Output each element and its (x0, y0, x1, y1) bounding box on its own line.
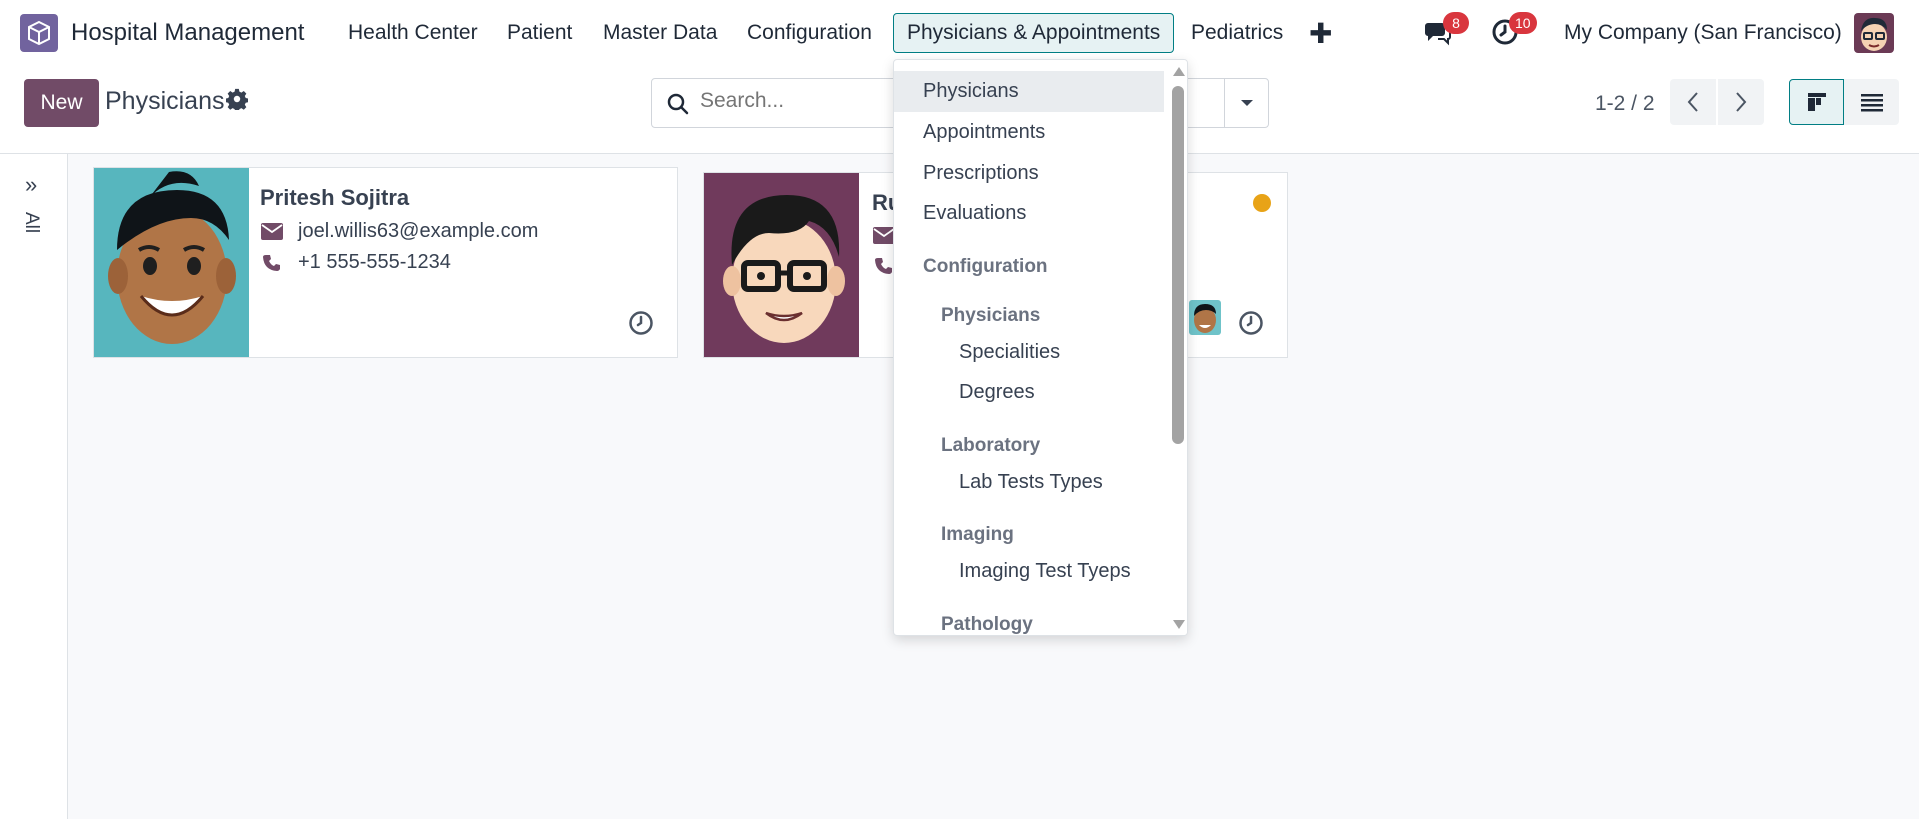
dropdown-group-physicians: Physicians (941, 305, 1041, 326)
chevron-right-icon (1736, 92, 1747, 112)
responsible-avatar[interactable] (1189, 300, 1221, 335)
scroll-down-arrow-icon (1173, 620, 1185, 629)
dropdown-group-imaging: Imaging (941, 524, 1014, 545)
physician-card[interactable]: Pritesh Sojitra joel.willis63@example.co… (93, 167, 678, 358)
dropdown-group-pathology: Pathology (941, 614, 1033, 635)
dropdown-item-degrees[interactable]: Degrees (959, 381, 1035, 404)
menu-configuration[interactable]: Configuration (747, 21, 872, 45)
physician-avatar (704, 173, 859, 357)
dropdown-item-prescriptions[interactable]: Prescriptions (923, 162, 1039, 185)
user-avatar[interactable] (1854, 13, 1894, 53)
pager-value[interactable]: 1-2 / 2 (1595, 92, 1655, 116)
search-icon (666, 92, 690, 116)
double-chevron-right-icon[interactable]: » (25, 172, 37, 198)
chevron-left-icon (1687, 92, 1698, 112)
caret-down-icon (1240, 100, 1253, 106)
search-panel: » All (0, 154, 68, 819)
dropdown-item-evaluations[interactable]: Evaluations (923, 202, 1026, 225)
list-icon (1860, 94, 1883, 112)
physician-phone[interactable]: +1 555-555-1234 (298, 251, 451, 274)
new-button[interactable]: New (24, 79, 99, 127)
search-options-toggle[interactable] (1224, 79, 1268, 127)
menu-physicians-appointments[interactable]: Physicians & Appointments (893, 13, 1175, 53)
clock-icon[interactable] (628, 310, 654, 336)
phone-icon (260, 253, 284, 273)
status-dot[interactable] (1253, 194, 1271, 212)
plus-icon[interactable]: ✚ (1309, 17, 1332, 50)
physician-email-row: joel.willis63@example.com (260, 220, 538, 243)
pager-previous-button[interactable] (1670, 79, 1716, 125)
gear-icon[interactable] (225, 88, 250, 112)
dropdown-scrollbar-thumb[interactable] (1172, 86, 1184, 444)
menu-pediatrics[interactable]: Pediatrics (1191, 21, 1283, 45)
physician-avatar (94, 168, 249, 357)
physician-name: Pritesh Sojitra (260, 185, 410, 210)
kanban-view-button[interactable] (1789, 79, 1844, 125)
dropdown-group-laboratory: Laboratory (941, 435, 1041, 456)
activities-badge: 10 (1509, 12, 1537, 34)
top-navbar: Hospital Management Health Center Patien… (0, 0, 1919, 66)
pager-next-button[interactable] (1718, 79, 1764, 125)
dropdown-item-lab-tests-types[interactable]: Lab Tests Types (959, 471, 1103, 494)
dropdown-item-specialities[interactable]: Specialities (959, 341, 1060, 364)
app-cube-icon[interactable] (20, 14, 58, 52)
scroll-up-arrow-icon (1173, 67, 1185, 76)
envelope-icon (260, 222, 284, 242)
physician-email[interactable]: joel.willis63@example.com (298, 220, 538, 243)
page-title: Physicians (105, 87, 225, 115)
company-switcher[interactable]: My Company (San Francisco) (1564, 21, 1842, 45)
menu-patient[interactable]: Patient (507, 21, 572, 45)
dropdown-item-physicians[interactable]: Physicians (894, 71, 1164, 112)
search-panel-label[interactable]: All (20, 212, 42, 233)
dropdown-item-imaging-test-types[interactable]: Imaging Test Tyeps (959, 560, 1131, 583)
list-view-button[interactable] (1844, 79, 1899, 125)
menu-health-center[interactable]: Health Center (348, 21, 478, 45)
menu-master-data[interactable]: Master Data (603, 21, 717, 45)
messages-badge: 8 (1443, 12, 1469, 34)
dropdown-item-appointments[interactable]: Appointments (923, 121, 1045, 144)
physician-phone-row: +1 555-555-1234 (260, 251, 451, 274)
app-title[interactable]: Hospital Management (71, 19, 304, 47)
kanban-icon (1807, 93, 1826, 111)
clock-icon[interactable] (1238, 310, 1264, 336)
physicians-appointments-dropdown: Physicians Appointments Prescriptions Ev… (893, 59, 1188, 636)
dropdown-section-configuration: Configuration (923, 256, 1048, 277)
